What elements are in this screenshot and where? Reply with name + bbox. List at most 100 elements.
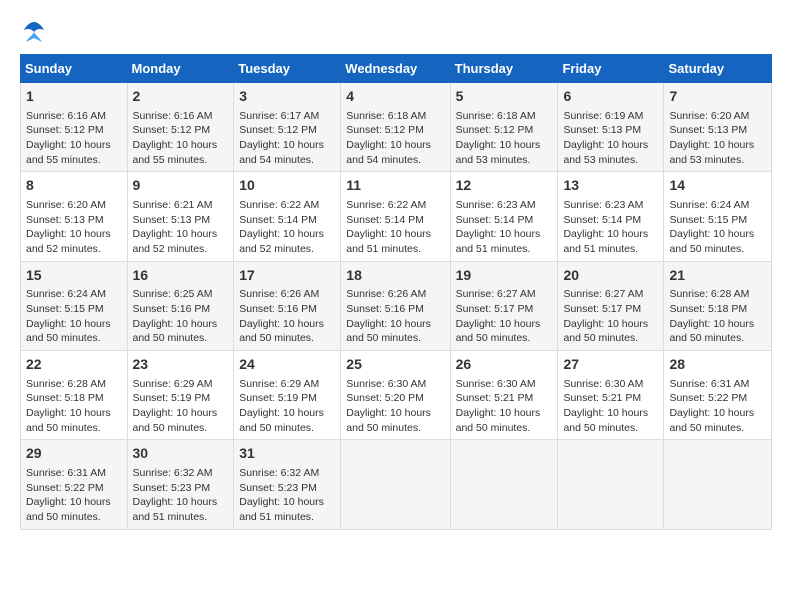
sunrise-text: Sunrise: 6:23 AM — [563, 199, 643, 211]
daylight-text: and 50 minutes. — [563, 332, 638, 344]
sunrise-text: Sunrise: 6:26 AM — [346, 288, 426, 300]
sunset-text: Sunset: 5:22 PM — [26, 482, 104, 494]
sunrise-text: Sunrise: 6:24 AM — [669, 199, 749, 211]
daylight-text: and 51 minutes. — [346, 243, 421, 255]
daylight-text: Daylight: 10 hours — [563, 318, 648, 330]
daylight-text: and 50 minutes. — [239, 422, 314, 434]
day-number: 10 — [239, 176, 335, 196]
daylight-text: and 55 minutes. — [133, 154, 208, 166]
calendar-cell: 18Sunrise: 6:26 AMSunset: 5:16 PMDayligh… — [341, 261, 450, 350]
daylight-text: and 50 minutes. — [563, 422, 638, 434]
daylight-text: Daylight: 10 hours — [239, 318, 324, 330]
calendar-table: SundayMondayTuesdayWednesdayThursdayFrid… — [20, 54, 772, 530]
daylight-text: Daylight: 10 hours — [133, 496, 218, 508]
sunrise-text: Sunrise: 6:16 AM — [26, 110, 106, 122]
sunrise-text: Sunrise: 6:16 AM — [133, 110, 213, 122]
day-number: 16 — [133, 266, 229, 286]
sunset-text: Sunset: 5:15 PM — [669, 214, 747, 226]
daylight-text: Daylight: 10 hours — [456, 228, 541, 240]
sunset-text: Sunset: 5:16 PM — [239, 303, 317, 315]
sunrise-text: Sunrise: 6:17 AM — [239, 110, 319, 122]
sunrise-text: Sunrise: 6:27 AM — [563, 288, 643, 300]
sunset-text: Sunset: 5:14 PM — [456, 214, 534, 226]
daylight-text: Daylight: 10 hours — [669, 318, 754, 330]
calendar-cell — [664, 440, 772, 529]
sunrise-text: Sunrise: 6:29 AM — [133, 378, 213, 390]
calendar-cell: 7Sunrise: 6:20 AMSunset: 5:13 PMDaylight… — [664, 83, 772, 172]
weekday-header: Friday — [558, 55, 664, 83]
day-number: 28 — [669, 355, 766, 375]
calendar-cell: 14Sunrise: 6:24 AMSunset: 5:15 PMDayligh… — [664, 172, 772, 261]
sunset-text: Sunset: 5:13 PM — [26, 214, 104, 226]
weekday-header: Thursday — [450, 55, 558, 83]
calendar-cell: 16Sunrise: 6:25 AMSunset: 5:16 PMDayligh… — [127, 261, 234, 350]
sunset-text: Sunset: 5:14 PM — [239, 214, 317, 226]
daylight-text: Daylight: 10 hours — [26, 496, 111, 508]
sunset-text: Sunset: 5:12 PM — [133, 124, 211, 136]
day-number: 27 — [563, 355, 658, 375]
daylight-text: Daylight: 10 hours — [133, 407, 218, 419]
day-number: 22 — [26, 355, 122, 375]
daylight-text: and 52 minutes. — [239, 243, 314, 255]
daylight-text: Daylight: 10 hours — [346, 139, 431, 151]
daylight-text: Daylight: 10 hours — [133, 139, 218, 151]
calendar-cell: 19Sunrise: 6:27 AMSunset: 5:17 PMDayligh… — [450, 261, 558, 350]
day-number: 18 — [346, 266, 444, 286]
sunset-text: Sunset: 5:23 PM — [133, 482, 211, 494]
day-number: 24 — [239, 355, 335, 375]
sunset-text: Sunset: 5:23 PM — [239, 482, 317, 494]
sunset-text: Sunset: 5:21 PM — [456, 392, 534, 404]
daylight-text: Daylight: 10 hours — [669, 139, 754, 151]
sunrise-text: Sunrise: 6:30 AM — [346, 378, 426, 390]
calendar-cell: 27Sunrise: 6:30 AMSunset: 5:21 PMDayligh… — [558, 351, 664, 440]
sunrise-text: Sunrise: 6:19 AM — [563, 110, 643, 122]
sunrise-text: Sunrise: 6:30 AM — [563, 378, 643, 390]
weekday-header: Sunday — [21, 55, 128, 83]
daylight-text: and 50 minutes. — [346, 422, 421, 434]
daylight-text: Daylight: 10 hours — [26, 318, 111, 330]
sunrise-text: Sunrise: 6:25 AM — [133, 288, 213, 300]
daylight-text: Daylight: 10 hours — [346, 407, 431, 419]
daylight-text: Daylight: 10 hours — [133, 228, 218, 240]
day-number: 29 — [26, 444, 122, 464]
daylight-text: and 54 minutes. — [239, 154, 314, 166]
daylight-text: and 50 minutes. — [456, 332, 531, 344]
sunset-text: Sunset: 5:22 PM — [669, 392, 747, 404]
day-number: 1 — [26, 87, 122, 107]
sunset-text: Sunset: 5:13 PM — [669, 124, 747, 136]
calendar-week-row: 22Sunrise: 6:28 AMSunset: 5:18 PMDayligh… — [21, 351, 772, 440]
daylight-text: and 50 minutes. — [26, 511, 101, 523]
weekday-header: Wednesday — [341, 55, 450, 83]
calendar-cell — [558, 440, 664, 529]
sunset-text: Sunset: 5:12 PM — [26, 124, 104, 136]
day-number: 14 — [669, 176, 766, 196]
day-number: 25 — [346, 355, 444, 375]
day-number: 9 — [133, 176, 229, 196]
daylight-text: and 50 minutes. — [26, 332, 101, 344]
sunrise-text: Sunrise: 6:22 AM — [346, 199, 426, 211]
calendar-cell: 5Sunrise: 6:18 AMSunset: 5:12 PMDaylight… — [450, 83, 558, 172]
day-number: 30 — [133, 444, 229, 464]
sunset-text: Sunset: 5:19 PM — [239, 392, 317, 404]
day-number: 2 — [133, 87, 229, 107]
sunset-text: Sunset: 5:18 PM — [26, 392, 104, 404]
daylight-text: and 53 minutes. — [456, 154, 531, 166]
calendar-cell: 28Sunrise: 6:31 AMSunset: 5:22 PMDayligh… — [664, 351, 772, 440]
day-number: 12 — [456, 176, 553, 196]
daylight-text: and 52 minutes. — [26, 243, 101, 255]
calendar-cell: 30Sunrise: 6:32 AMSunset: 5:23 PMDayligh… — [127, 440, 234, 529]
daylight-text: Daylight: 10 hours — [239, 496, 324, 508]
daylight-text: and 50 minutes. — [669, 332, 744, 344]
sunrise-text: Sunrise: 6:26 AM — [239, 288, 319, 300]
daylight-text: and 50 minutes. — [669, 243, 744, 255]
logo — [20, 20, 52, 44]
sunrise-text: Sunrise: 6:30 AM — [456, 378, 536, 390]
daylight-text: Daylight: 10 hours — [133, 318, 218, 330]
sunrise-text: Sunrise: 6:18 AM — [456, 110, 536, 122]
daylight-text: and 50 minutes. — [346, 332, 421, 344]
daylight-text: and 51 minutes. — [563, 243, 638, 255]
sunrise-text: Sunrise: 6:27 AM — [456, 288, 536, 300]
calendar-cell: 4Sunrise: 6:18 AMSunset: 5:12 PMDaylight… — [341, 83, 450, 172]
calendar-cell: 9Sunrise: 6:21 AMSunset: 5:13 PMDaylight… — [127, 172, 234, 261]
day-number: 15 — [26, 266, 122, 286]
